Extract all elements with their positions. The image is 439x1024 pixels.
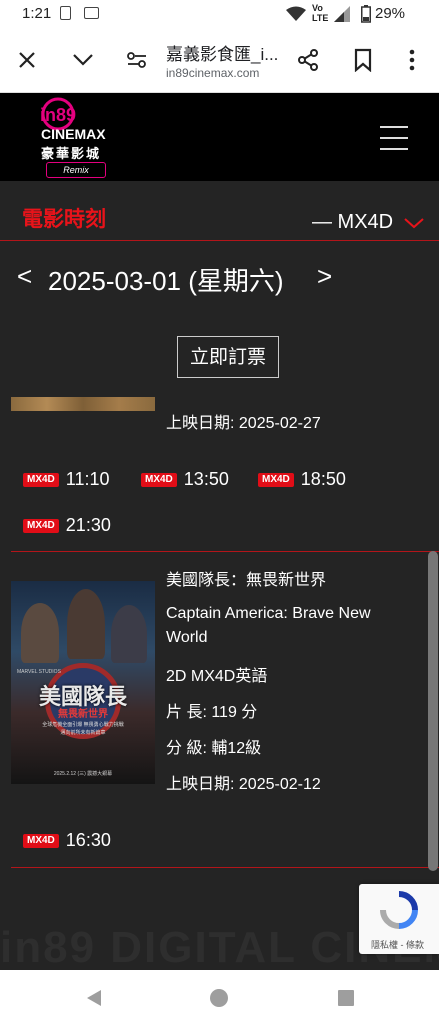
movie-format: 2D MX4D英語 — [166, 668, 268, 685]
format-badge: MX4D — [258, 472, 294, 487]
section-divider — [0, 240, 439, 241]
poster-studio: MARVEL STUDIOS — [17, 669, 61, 675]
format-selected: — MX4D — [312, 211, 394, 233]
showtime-label: 18:50 — [300, 469, 346, 489]
battery-icon — [361, 5, 371, 23]
chevron-down-icon[interactable] — [72, 52, 94, 68]
site-header: in89 CINEMAX 豪華影城 Remix — [0, 93, 439, 181]
system-nav-bar — [0, 970, 439, 1024]
showtime-button[interactable]: MX4D 13:50 — [141, 469, 229, 490]
format-badge: MX4D — [141, 472, 177, 487]
back-icon[interactable] — [85, 988, 103, 1008]
showtime-button[interactable]: MX4D 16:30 — [23, 830, 111, 851]
logo-chinese: 豪華影城 — [41, 146, 102, 161]
showtimes-panel: 電影時刻 — MX4D < 2025-03-01 (星期六) > 立即訂票 上映… — [0, 181, 439, 970]
logo-remix-tag: Remix — [46, 162, 106, 178]
wifi-icon — [286, 6, 306, 21]
showtime-button[interactable]: MX4D 21:30 — [23, 515, 111, 536]
status-time: 1:21 — [22, 5, 52, 22]
signal-icon — [334, 6, 350, 22]
battery-percent: 29% — [375, 5, 406, 22]
sim-icon — [60, 6, 71, 20]
release-date: 上映日期: 2025-02-12 — [166, 776, 321, 793]
home-icon[interactable] — [209, 988, 229, 1008]
format-badge: MX4D — [23, 472, 59, 487]
format-badge: MX4D — [23, 833, 59, 848]
format-badge: MX4D — [23, 518, 59, 533]
showtime-button[interactable]: MX4D 18:50 — [258, 469, 346, 490]
poster-date: 2025.2.12 (三) 震撼大銀幕 — [53, 771, 113, 777]
showtime-label: 13:50 — [183, 469, 229, 489]
notification-icon — [84, 7, 99, 19]
hamburger-menu-icon[interactable] — [380, 126, 408, 159]
logo-brand: CINEMAX — [41, 126, 106, 142]
recaptcha-badge[interactable]: 隱私權 - 條款 — [359, 884, 439, 954]
bookmark-icon[interactable] — [354, 48, 372, 72]
page-url[interactable]: in89cinemax.com — [166, 66, 259, 80]
showtime-label: 21:30 — [65, 515, 111, 535]
share-icon[interactable] — [296, 48, 320, 72]
recents-icon[interactable] — [337, 989, 355, 1007]
recaptcha-icon — [380, 891, 418, 929]
movie-poster[interactable]: MARVEL STUDIOS 美國隊長 無畏新世界 全球危機全面引爆 無畏勇心戰… — [11, 581, 155, 784]
showtime-label: 11:10 — [65, 469, 110, 489]
movie-poster[interactable] — [11, 397, 155, 411]
volte-icon: Vo LTE — [312, 3, 329, 23]
close-icon[interactable] — [17, 50, 37, 70]
poster-tagline: 邁向前所未有新篇章 — [60, 730, 106, 736]
date-next-button[interactable]: > — [317, 261, 332, 292]
page-title[interactable]: 嘉義影食匯_i... — [166, 40, 278, 65]
date-prev-button[interactable]: < — [17, 261, 32, 292]
movie-rating: 分 級: 輔12級 — [166, 740, 262, 757]
page-settings-icon[interactable] — [126, 50, 148, 70]
browser-toolbar: 嘉義影食匯_i... in89cinemax.com — [0, 28, 439, 93]
showtime-label: 16:30 — [65, 830, 111, 850]
status-bar: 1:21 Vo LTE 29% — [0, 0, 439, 28]
chevron-down-icon — [404, 217, 424, 228]
svg-text:in89: in89 — [40, 105, 76, 125]
movie-title-en[interactable]: Captain America: Brave New World — [166, 602, 406, 650]
poster-figure — [67, 589, 105, 659]
format-selector[interactable]: — MX4D — [312, 211, 425, 234]
poster-tagline: 全球危機全面引爆 無畏勇心戰力挑戰 — [42, 722, 124, 728]
showtime-button[interactable]: MX4D 11:10 — [23, 469, 110, 490]
movie-divider — [11, 867, 439, 868]
more-menu-icon[interactable] — [408, 48, 416, 72]
poster-figure — [21, 603, 59, 663]
movie-divider — [11, 551, 439, 552]
poster-figure — [111, 605, 147, 663]
selected-date: 2025-03-01 (星期六) — [48, 266, 284, 296]
site-logo[interactable]: in89 CINEMAX 豪華影城 Remix — [40, 93, 120, 185]
movie-runtime: 片 長: 119 分 — [166, 704, 258, 721]
poster-subtitle: 無畏新世界 — [58, 709, 108, 720]
recaptcha-label[interactable]: 隱私權 - 條款 — [371, 938, 424, 951]
scrollbar[interactable] — [428, 551, 438, 871]
release-date: 上映日期: 2025-02-27 — [166, 415, 321, 432]
book-ticket-button[interactable]: 立即訂票 — [177, 336, 279, 378]
movie-title-zh[interactable]: 美國隊長：無畏新世界 — [166, 566, 326, 590]
section-title: 電影時刻 — [22, 208, 106, 231]
